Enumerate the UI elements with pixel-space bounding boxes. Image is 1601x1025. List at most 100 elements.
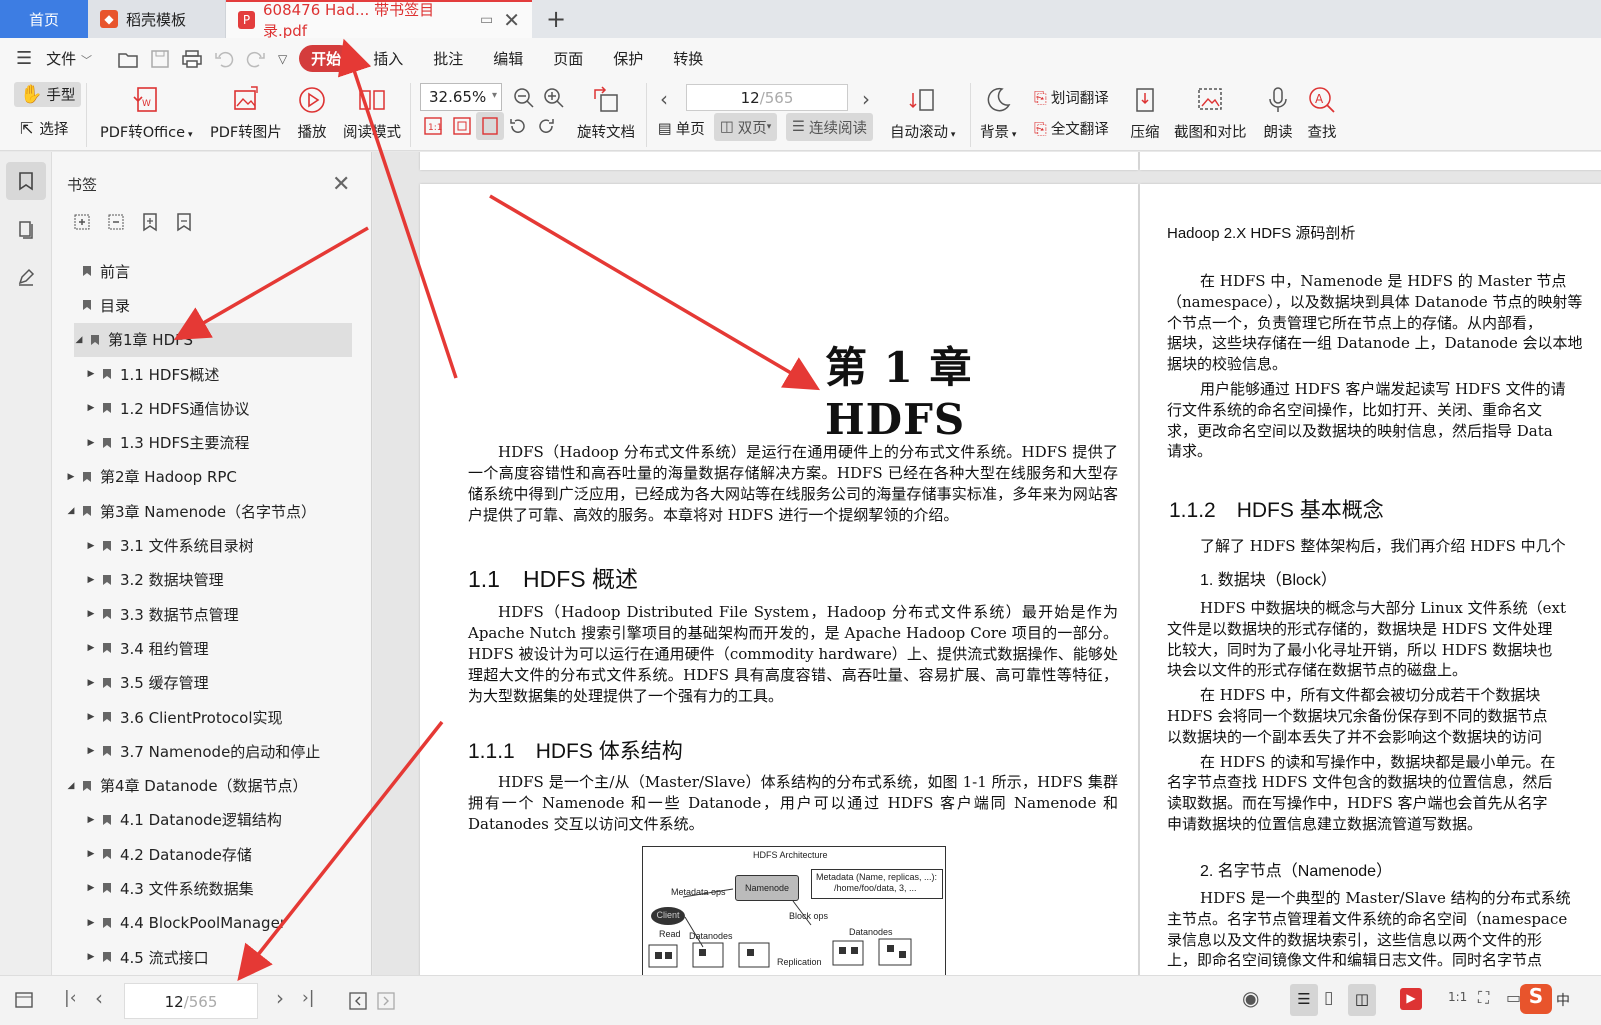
bookmark-item[interactable]: ▶ 1.2 HDFS通信协议 <box>52 391 357 425</box>
sogou-ime-icon[interactable]: S <box>1520 984 1552 1014</box>
menu-convert[interactable]: 转换 <box>663 44 713 73</box>
undo-icon[interactable] <box>213 48 235 70</box>
bookmark-item[interactable]: ▶ 1.1 HDFS概述 <box>52 357 357 391</box>
continuous-read-button[interactable]: ☰ 连续阅读 <box>786 113 873 141</box>
expand-icon[interactable]: ▶ <box>86 609 96 619</box>
bookmark-item[interactable]: ◢ 第3章 Namenode（名字节点） <box>52 494 357 528</box>
redo-icon[interactable] <box>245 48 267 70</box>
menu-comment[interactable]: 批注 <box>423 44 473 73</box>
expand-icon[interactable]: ▶ <box>86 575 96 585</box>
zoom-in-icon[interactable] <box>543 87 565 109</box>
compress-button[interactable]: 压缩 <box>1130 85 1160 142</box>
fit-width-status-icon[interactable]: ▭ <box>1506 988 1521 1007</box>
expand-icon[interactable]: ▶ <box>86 952 96 962</box>
open-folder-icon[interactable] <box>117 48 139 70</box>
expand-icon[interactable]: ▶ <box>86 746 96 756</box>
bookmark-panel-toggle[interactable] <box>6 162 46 200</box>
expand-icon[interactable]: ▶ <box>86 643 96 653</box>
slideshow-play-icon[interactable]: ▶ <box>1400 988 1422 1010</box>
expand-icon[interactable]: ▶ <box>86 438 96 448</box>
close-tab-icon[interactable]: ✕ <box>503 8 520 32</box>
screenshot-compare-button[interactable]: 截图和对比 <box>1174 85 1247 142</box>
thumbnail-panel-toggle[interactable] <box>6 210 46 248</box>
fit-status-icon[interactable]: ⛶ <box>1478 988 1489 1008</box>
print-icon[interactable] <box>181 48 203 70</box>
next-page-icon[interactable]: › <box>862 87 870 111</box>
view-continuous-button[interactable]: ☰ <box>1290 984 1318 1016</box>
back-view-icon[interactable] <box>348 991 368 1011</box>
bookmark-item[interactable]: ▶ 4.2 Datanode存储 <box>52 837 357 871</box>
prev-page-status-icon[interactable]: ‹ <box>95 986 103 1010</box>
full-translate-button[interactable]: ⎘ 全文翻译 <box>1034 118 1109 139</box>
menu-edit[interactable]: 编辑 <box>483 44 533 73</box>
bookmark-item[interactable]: 目录 <box>52 288 357 322</box>
fit-page-icon[interactable] <box>452 116 472 136</box>
background-button[interactable]: 背景 ▾ <box>980 85 1016 142</box>
actual-size-icon[interactable]: 1:1 <box>423 116 443 136</box>
menu-protect[interactable]: 保护 <box>603 44 653 73</box>
collapse-icon[interactable]: ◢ <box>66 781 76 791</box>
bookmark-item[interactable]: ▶ 3.7 Namenode的启动和停止 <box>52 734 357 768</box>
auto-scroll-button[interactable]: 自动滚动 ▾ <box>890 85 955 142</box>
collapse-icon[interactable]: ◢ <box>74 335 84 345</box>
page-number-input[interactable]: 12/565 <box>686 84 848 111</box>
double-page-button[interactable]: ◫ 双页 ▾ <box>714 113 778 141</box>
document-viewport[interactable]: 第 1 章 HDFS HDFS（Hadoop 分布式文件系统）是运行在通用硬件上… <box>373 152 1601 975</box>
bookmark-item[interactable]: ▶ 3.5 缓存管理 <box>52 666 357 700</box>
ime-mode-icon[interactable]: 中 <box>1556 990 1570 1010</box>
bookmark-item[interactable]: 前言 <box>52 254 357 288</box>
actual-size-status-icon[interactable]: 1:1 <box>1448 990 1467 1004</box>
expand-icon[interactable]: ▶ <box>86 883 96 893</box>
tab-active-document[interactable]: P 608476 Had... 带书签目录.pdf ▭ ✕ <box>226 0 532 40</box>
last-page-icon[interactable]: ›| <box>302 988 315 1008</box>
zoom-out-icon[interactable] <box>513 87 535 109</box>
next-page-status-icon[interactable]: › <box>276 986 284 1010</box>
pdf-to-office-button[interactable]: W PDF转Office ▾ <box>100 85 192 142</box>
bookmark-item[interactable]: ▶ 4.4 BlockPoolManager <box>52 906 357 940</box>
single-page-button[interactable]: ▤ 单页 <box>658 118 705 139</box>
status-page-input[interactable]: 12/565 <box>124 983 258 1019</box>
bookmark-item[interactable]: ◢ 第1章 HDFS <box>74 322 352 357</box>
add-bookmark-icon[interactable] <box>140 212 160 232</box>
play-button[interactable]: 播放 <box>297 85 327 142</box>
menu-start[interactable]: 开始 <box>299 45 354 72</box>
eye-protection-icon[interactable]: ◉ <box>1242 986 1259 1010</box>
bookmark-item[interactable]: ▶ 3.3 数据节点管理 <box>52 597 357 631</box>
expand-icon[interactable]: ▶ <box>86 849 96 859</box>
expand-icon[interactable]: ▶ <box>66 472 76 482</box>
bookmark-item[interactable]: ▶ 3.1 文件系统目录树 <box>52 528 357 562</box>
save-icon[interactable] <box>149 48 171 70</box>
hand-tool-button[interactable]: ✋ 手型 <box>14 82 82 107</box>
bookmark-item[interactable]: ▶ 3.2 数据块管理 <box>52 563 357 597</box>
prev-page-icon[interactable]: ‹ <box>660 87 668 111</box>
bookmark-item[interactable]: ▶ 3.6 ClientProtocol实现 <box>52 700 357 734</box>
tab-home[interactable]: 首页 <box>0 0 88 38</box>
view-double-button[interactable]: ◫ <box>1348 984 1376 1016</box>
single-view-icon[interactable]: ▯ <box>1324 988 1333 1008</box>
hamburger-icon[interactable]: ☰ <box>16 48 32 69</box>
zoom-dropdown-icon[interactable]: ▾ <box>492 90 497 101</box>
pdf-to-image-button[interactable]: PDF转图片 <box>210 85 282 142</box>
select-tool-button[interactable]: ⇱ 选择 <box>20 118 68 139</box>
fit-width-button[interactable] <box>476 112 504 140</box>
expand-icon[interactable]: ▶ <box>86 403 96 413</box>
expand-icon[interactable]: ▶ <box>86 712 96 722</box>
read-mode-button[interactable]: 阅读模式 <box>343 85 401 142</box>
collapse-icon[interactable]: ◢ <box>66 506 76 516</box>
annotation-panel-toggle[interactable] <box>6 258 46 296</box>
sidebar-toggle-icon[interactable] <box>14 990 34 1010</box>
expand-icon[interactable]: ▶ <box>86 918 96 928</box>
collapse-all-icon[interactable] <box>106 212 126 232</box>
bookmark-item[interactable]: ▶ 1.3 HDFS主要流程 <box>52 425 357 459</box>
menu-insert[interactable]: 插入 <box>363 44 413 73</box>
new-tab-icon[interactable]: + <box>532 0 580 38</box>
expand-icon[interactable]: ▶ <box>86 369 96 379</box>
rotate-document-button[interactable]: 旋转文档 <box>577 85 635 142</box>
first-page-icon[interactable]: |‹ <box>64 988 77 1008</box>
zoom-input[interactable]: 32.65% ▾ <box>420 83 502 111</box>
bookmark-item[interactable]: ▶ 4.5 流式接口 <box>52 940 357 974</box>
bookmark-item[interactable]: ▶ 3.4 租约管理 <box>52 631 357 665</box>
expand-all-icon[interactable] <box>72 212 92 232</box>
menu-page[interactable]: 页面 <box>543 44 593 73</box>
expand-icon[interactable]: ▶ <box>86 678 96 688</box>
